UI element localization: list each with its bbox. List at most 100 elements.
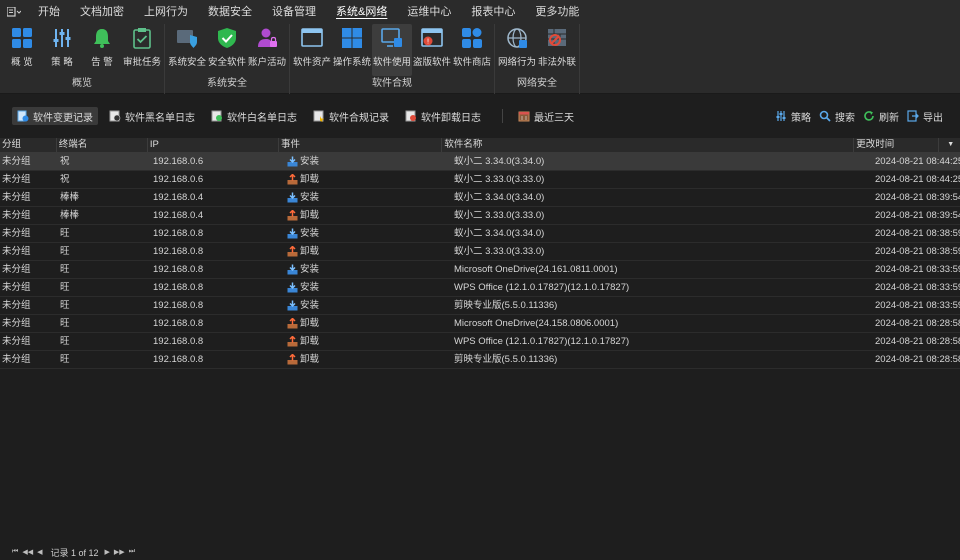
- menu-tab-2[interactable]: 上网行为: [134, 0, 198, 24]
- ribbon-button-store[interactable]: 软件商店: [452, 24, 492, 76]
- column-chooser-icon[interactable]: ▼: [939, 138, 960, 152]
- uninstall-icon: [287, 353, 298, 365]
- app-menu-icon[interactable]: [0, 0, 28, 24]
- table-row[interactable]: 未分组 旺 192.168.0.8 卸载 Microsoft OneDrive(24.1…: [0, 315, 960, 333]
- toolbar-compliance-button[interactable]: 软件合规记录: [308, 107, 394, 125]
- toolbar-blacklist-button[interactable]: 软件黑名单日志: [104, 107, 200, 125]
- software-cell: WPS Office (12.1.0.17827)(12.1.0.17827): [454, 336, 630, 347]
- ribbon-button-clipboard-check[interactable]: 审批任务: [122, 24, 162, 76]
- menu-tab-5[interactable]: 系统&网络: [326, 0, 397, 24]
- globe-icon: [505, 26, 529, 50]
- ribbon-button-firewall[interactable]: 非法外联: [537, 24, 577, 76]
- ribbon-group-2: 软件资产 操作系统 软件使用! 盗版软件 软件商店 软件合规: [290, 24, 495, 94]
- event-cell: 卸载: [285, 171, 452, 188]
- ribbon-button-grid[interactable]: 概 览: [2, 24, 42, 76]
- column-header[interactable]: 事件: [279, 138, 443, 152]
- ribbon-button-pirate[interactable]: ! 盗版软件: [412, 24, 452, 76]
- ip-cell: 192.168.0.8: [153, 354, 204, 365]
- software-cell: 剪映专业版(5.5.0.11336): [454, 300, 558, 311]
- table-row[interactable]: 未分组 棒棒 192.168.0.4 卸载 蚁小二 3.33.0(3.33.0) 2024…: [0, 207, 960, 225]
- prev-page-icon[interactable]: ◀: [37, 548, 42, 556]
- event-cell: 安装: [285, 261, 452, 278]
- terminal-cell: 旺: [60, 264, 70, 275]
- terminal-cell: 棒棒: [60, 192, 80, 203]
- menu-tab-7[interactable]: 报表中心: [461, 0, 525, 24]
- ribbon-button-window[interactable]: 软件资产: [292, 24, 332, 76]
- event-label: 安装: [300, 264, 320, 275]
- date-range-button[interactable]: 最近三天: [513, 107, 579, 125]
- column-header[interactable]: 更改时间: [854, 138, 940, 152]
- menu-tab-0[interactable]: 开始: [28, 0, 70, 24]
- toolbar-search-button[interactable]: 搜索: [816, 107, 858, 125]
- toolbar-divider: [502, 109, 503, 123]
- terminal-cell: 旺: [60, 354, 70, 365]
- ribbon-button-windows[interactable]: 操作系统: [332, 24, 372, 76]
- ribbon-button-globe[interactable]: 网络行为: [497, 24, 537, 76]
- ribbon-button-shield-system[interactable]: 系统安全: [167, 24, 207, 76]
- toolbar: 软件变更记录 软件黑名单日志 软件白名单日志 软件合规记录 软件卸载日志 最近三天 策略…: [0, 94, 960, 138]
- menu-tab-1[interactable]: 文档加密: [70, 0, 134, 24]
- toolbar-export-button[interactable]: 导出: [904, 107, 946, 125]
- menu-tab-4[interactable]: 设备管理: [262, 0, 326, 24]
- group-cell: 未分组: [2, 354, 31, 365]
- table-row[interactable]: 未分组 旺 192.168.0.8 安装 蚁小二 3.34.0(3.34.0) 2024-…: [0, 225, 960, 243]
- group-cell: 未分组: [2, 174, 31, 185]
- column-header[interactable]: IP: [148, 138, 279, 152]
- ribbon-button-monitor[interactable]: 软件使用: [372, 24, 412, 76]
- table-row[interactable]: 未分组 祝 192.168.0.6 卸载 蚁小二 3.33.0(3.33.0) 2024-…: [0, 171, 960, 189]
- table-row[interactable]: 未分组 旺 192.168.0.8 卸载 剪映专业版(5.5.0.11336) 2024-…: [0, 351, 960, 369]
- uninstall-icon: [287, 245, 298, 257]
- table-row[interactable]: 未分组 旺 192.168.0.8 安装 WPS Office (12.1.0.1782…: [0, 279, 960, 297]
- menu-tab-6[interactable]: 运维中心: [397, 0, 461, 24]
- toolbar-sliders-button[interactable]: 策略: [772, 107, 814, 125]
- uninstall-icon: [287, 335, 298, 347]
- prev-page-group-icon[interactable]: ◀◀: [22, 548, 33, 556]
- blacklist-icon: [109, 110, 121, 122]
- ribbon-button-shield-check[interactable]: 安全软件: [207, 24, 247, 76]
- date-range-label: 最近三天: [534, 112, 574, 124]
- ribbon-button-sliders[interactable]: 策 略: [42, 24, 82, 76]
- compliance-icon: [313, 110, 325, 122]
- column-header[interactable]: 软件名称: [442, 138, 855, 152]
- time-cell: 2024-08-21 08:28:58: [875, 318, 960, 329]
- window-icon: [300, 26, 324, 50]
- table-row[interactable]: 未分组 旺 192.168.0.8 安装 剪映专业版(5.5.0.11336) 2024-…: [0, 297, 960, 315]
- ribbon-group-label: 网络安全: [517, 78, 557, 89]
- next-page-icon[interactable]: ▶: [105, 548, 110, 556]
- ribbon-button-user-lock[interactable]: 账户活动: [247, 24, 287, 76]
- terminal-cell: 旺: [60, 300, 70, 311]
- software-cell: 蚁小二 3.34.0(3.34.0): [454, 192, 545, 203]
- install-icon: [287, 264, 298, 275]
- toolbar-whitelist-button[interactable]: 软件白名单日志: [206, 107, 302, 125]
- toolbar-change-log-button[interactable]: 软件变更记录: [12, 107, 98, 125]
- event-cell: 安装: [285, 189, 452, 206]
- time-cell: 2024-08-21 08:39:54: [875, 192, 960, 203]
- whitelist-icon: [211, 110, 223, 122]
- event-label: 安装: [300, 192, 320, 203]
- group-cell: 未分组: [2, 192, 31, 203]
- menu-tab-8[interactable]: 更多功能: [525, 0, 589, 24]
- toolbar-uninstall-log-button[interactable]: 软件卸载日志: [400, 107, 486, 125]
- table-row[interactable]: 未分组 旺 192.168.0.8 卸载 蚁小二 3.33.0(3.33.0) 2024-…: [0, 243, 960, 261]
- toolbar-button-label: 策略: [791, 112, 811, 124]
- table-row[interactable]: 未分组 旺 192.168.0.8 安装 Microsoft OneDrive(24.1…: [0, 261, 960, 279]
- export-icon: [907, 110, 919, 122]
- terminal-cell: 旺: [60, 336, 70, 347]
- next-page-group-icon[interactable]: ▶▶: [114, 548, 125, 556]
- table-row[interactable]: 未分组 旺 192.168.0.8 卸载 WPS Office (12.1.0.1782…: [0, 333, 960, 351]
- ribbon-button-bell[interactable]: 告 警: [82, 24, 122, 76]
- column-header[interactable]: 分组: [0, 138, 57, 152]
- ribbon-button-label: 系统安全: [167, 57, 206, 68]
- uninstall-log-icon: [405, 110, 417, 122]
- toolbar-refresh-button[interactable]: 刷新: [860, 107, 902, 125]
- windows-icon: [340, 26, 364, 50]
- column-header[interactable]: 终端名: [57, 138, 148, 152]
- sliders-icon: [50, 26, 74, 50]
- toolbar-button-label: 刷新: [879, 112, 899, 124]
- table-row[interactable]: 未分组 祝 192.168.0.6 安装 蚁小二 3.34.0(3.34.0) 2024-…: [0, 153, 960, 171]
- last-page-icon[interactable]: ⏭: [129, 548, 135, 556]
- event-label: 卸载: [300, 174, 320, 185]
- menu-tab-3[interactable]: 数据安全: [198, 0, 262, 24]
- first-page-icon[interactable]: ⏮: [12, 548, 18, 556]
- table-row[interactable]: 未分组 棒棒 192.168.0.4 安装 蚁小二 3.34.0(3.34.0) 2024…: [0, 189, 960, 207]
